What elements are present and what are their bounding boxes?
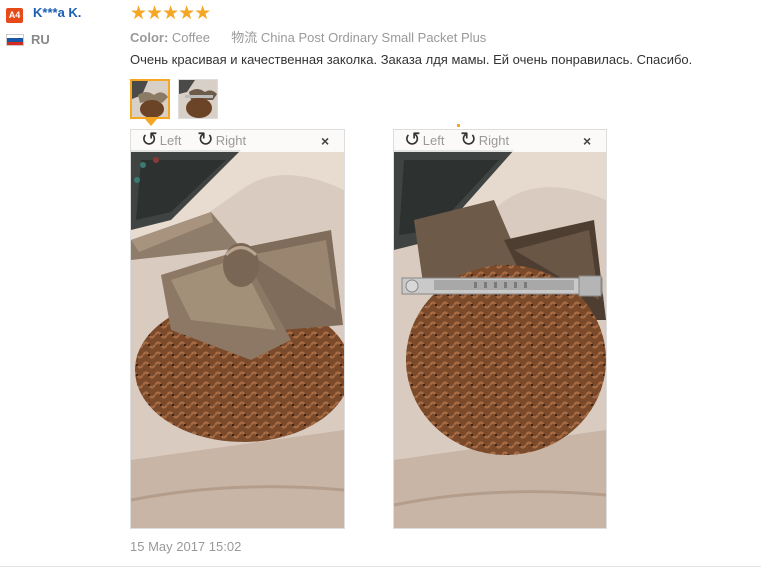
close-icon[interactable]: × bbox=[321, 133, 329, 149]
reviewer-country: RU bbox=[31, 32, 50, 47]
image-controls: ↺ Left ↻ Right × bbox=[131, 130, 344, 152]
rotate-right-label: Right bbox=[215, 132, 247, 148]
selected-thumbnail-indicator bbox=[145, 119, 157, 126]
rotate-left-icon: ↺ bbox=[141, 129, 158, 151]
rotate-left-label: Left bbox=[422, 132, 445, 148]
rotate-right-icon: ↻ bbox=[460, 129, 477, 151]
rotate-left-label: Left bbox=[159, 132, 182, 148]
reviewer-name[interactable]: K***a K. bbox=[33, 5, 81, 20]
product-photo-thumb bbox=[132, 81, 168, 117]
shipping-value: China Post Ordinary Small Packet Plus bbox=[260, 30, 487, 45]
close-icon[interactable]: × bbox=[583, 133, 591, 149]
user-level-badge: A4 bbox=[6, 8, 23, 23]
russia-flag-icon bbox=[6, 34, 24, 46]
review-date: 15 May 2017 15:02 bbox=[130, 539, 242, 554]
star-rating: ★★★★★ bbox=[130, 3, 211, 24]
product-photo-thumb bbox=[179, 80, 217, 118]
product-photo bbox=[131, 130, 344, 528]
order-info: Color: Coffee 物流 China Post Ordinary Sma… bbox=[130, 27, 486, 46]
rotate-right-button[interactable]: ↻ Right bbox=[460, 129, 510, 151]
review-text: Очень красивая и качественная заколка. З… bbox=[130, 52, 693, 67]
rotate-left-button[interactable]: ↺ Left bbox=[404, 129, 445, 151]
review-image-viewer-1: ↺ Left ↻ Right × bbox=[130, 129, 345, 529]
review-image-viewer-2: ↺ Left ↻ Right × bbox=[393, 129, 607, 529]
rotate-left-button[interactable]: ↺ Left bbox=[141, 129, 182, 151]
image-controls: ↺ Left ↻ Right × bbox=[394, 130, 606, 152]
rotate-right-button[interactable]: ↻ Right bbox=[197, 129, 247, 151]
rotate-left-icon: ↺ bbox=[404, 129, 421, 151]
review-thumbnail-1[interactable] bbox=[130, 79, 170, 119]
divider bbox=[0, 566, 761, 567]
color-label: Color: bbox=[130, 30, 169, 45]
rotate-right-label: Right bbox=[478, 132, 510, 148]
shipping-label: 物流 bbox=[231, 30, 258, 45]
rotate-right-icon: ↻ bbox=[197, 129, 214, 151]
product-photo bbox=[394, 130, 606, 528]
selected-indicator-dot bbox=[457, 124, 460, 127]
color-value: Coffee bbox=[171, 30, 210, 45]
review-thumbnail-2[interactable] bbox=[178, 79, 218, 119]
